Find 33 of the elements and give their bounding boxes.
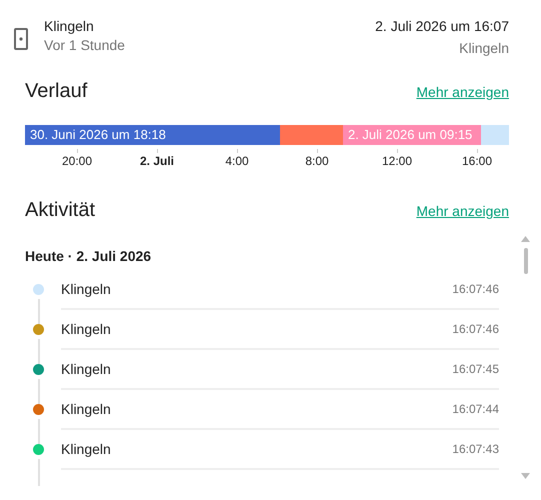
axis-label: 4:00 (197, 149, 277, 169)
scroll-up-icon[interactable] (521, 236, 530, 242)
entry-label: Klingeln (61, 281, 111, 297)
timeline-segment[interactable] (480, 125, 509, 145)
state-label: Klingeln (459, 40, 509, 56)
axis-label: 8:00 (277, 149, 357, 169)
section-title: Verlauf (25, 80, 88, 103)
day-heading: Heute · 2. Juli 2026 (25, 248, 152, 264)
section-title: Aktivität (25, 199, 96, 222)
last-changed: Vor 1 Stunde (44, 37, 126, 53)
timeline-segment[interactable]: 30. Juni 2026 um 18:18 (25, 125, 280, 145)
axis-label: 20:00 (37, 149, 117, 169)
entity-name: Klingeln (44, 18, 95, 34)
scroll-down-icon[interactable] (521, 473, 530, 479)
axis-label: 16:00 (437, 149, 517, 169)
entry-label: Klingeln (61, 441, 111, 457)
entry-time: 16:07:44 (452, 402, 499, 416)
entry-time: 16:07:46 (452, 322, 499, 336)
entry-label: Klingeln (61, 401, 111, 417)
entry-time: 16:07:45 (452, 362, 499, 376)
door-icon (14, 28, 28, 50)
more-link[interactable]: Mehr anzeigen (416, 84, 509, 100)
more-link[interactable]: Mehr anzeigen (416, 202, 509, 218)
timeline-segment[interactable] (280, 125, 343, 145)
entry-time: 16:07:46 (452, 282, 499, 296)
timestamp: 2. Juli 2026 um 16:07 (375, 18, 509, 34)
entry-label: Klingeln (61, 321, 111, 337)
entry-label: Klingeln (61, 361, 111, 377)
entry-time: 16:07:43 (452, 442, 499, 456)
scrollbar-thumb[interactable] (524, 248, 528, 274)
axis-label: 2. Juli (117, 149, 197, 169)
axis-label: 12:00 (357, 149, 437, 169)
timeline-segment[interactable]: 2. Juli 2026 um 09:15 (342, 125, 481, 145)
